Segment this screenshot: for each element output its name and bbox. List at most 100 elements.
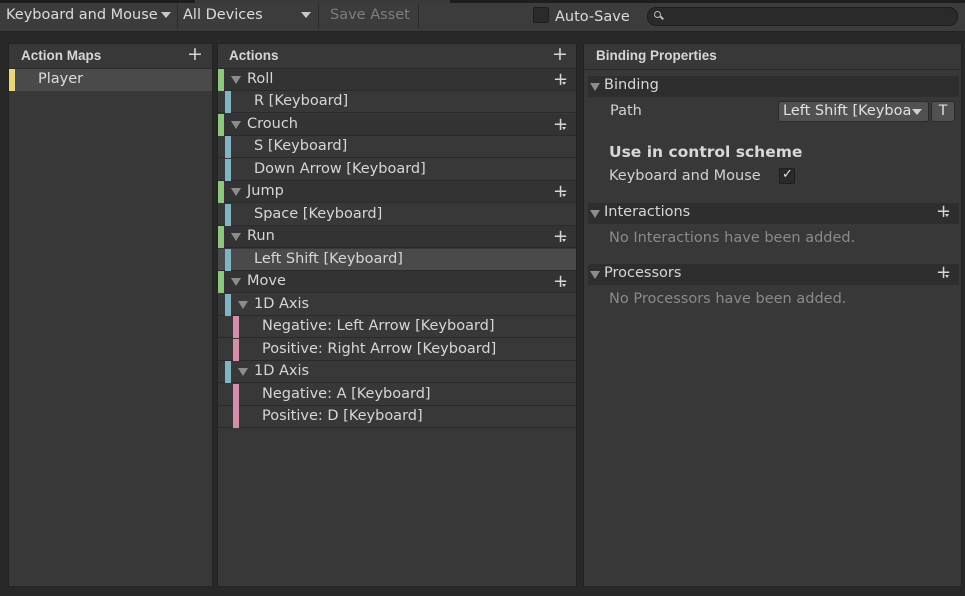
- part-color-stripe: [233, 316, 239, 338]
- triangle-down-icon[interactable]: [231, 233, 241, 241]
- part-label: Negative: Left Arrow [Keyboard]: [262, 318, 495, 334]
- path-value: Left Shift [Keyboa: [783, 103, 912, 119]
- binding-label: Space [Keyboard]: [254, 206, 383, 222]
- binding-color-stripe: [225, 294, 231, 316]
- binding-color-stripe: [225, 159, 231, 181]
- binding-row-selected[interactable]: Left Shift [Keyboard]: [218, 249, 576, 271]
- binding-row[interactable]: S [Keyboard]: [218, 136, 576, 158]
- part-color-stripe: [233, 406, 239, 428]
- processors-section-label: Processors: [604, 265, 682, 281]
- actions-tree: Roll + R [Keyboard] Crouch + S [Keyboard…: [218, 69, 576, 431]
- scheme-name-label: Keyboard and Mouse: [609, 168, 761, 184]
- add-action-map-button[interactable]: +: [187, 45, 203, 64]
- action-map-label: Player: [38, 71, 84, 87]
- use-in-scheme-heading: Use in control scheme: [609, 143, 803, 161]
- part-label: Negative: A [Keyboard]: [262, 386, 431, 402]
- binding-properties-title: Binding Properties: [596, 48, 717, 63]
- chevron-down-icon: [161, 12, 171, 18]
- composite-part-row[interactable]: Positive: Right Arrow [Keyboard]: [218, 339, 576, 361]
- chevron-down-icon: [301, 12, 311, 18]
- add-binding-icon[interactable]: +: [553, 181, 568, 202]
- action-row-jump[interactable]: Jump +: [218, 181, 576, 203]
- binding-color-stripe: [225, 204, 231, 226]
- action-color-stripe: [218, 271, 224, 293]
- checkmark-icon: ✓: [782, 167, 793, 182]
- toolbar-separator: [318, 4, 319, 28]
- triangle-down-icon[interactable]: [231, 188, 241, 196]
- binding-row[interactable]: R [Keyboard]: [218, 91, 576, 113]
- composite-label: 1D Axis: [254, 296, 310, 312]
- action-label: Move: [247, 273, 286, 289]
- add-binding-icon[interactable]: +: [553, 69, 568, 90]
- composite-part-row[interactable]: Negative: Left Arrow [Keyboard]: [218, 316, 576, 338]
- part-label: Positive: D [Keyboard]: [262, 408, 423, 424]
- action-row-run[interactable]: Run +: [218, 226, 576, 248]
- binding-properties-panel: [583, 43, 962, 587]
- triangle-down-icon[interactable]: [231, 121, 241, 129]
- toolbar-separator: [418, 4, 419, 28]
- processors-empty-text: No Processors have been added.: [609, 291, 847, 307]
- action-label: Jump: [247, 183, 284, 199]
- triangle-down-icon[interactable]: [231, 278, 241, 286]
- action-color-stripe: [218, 69, 224, 91]
- triangle-down-icon[interactable]: [238, 301, 248, 309]
- action-row-roll[interactable]: Roll +: [218, 69, 576, 91]
- binding-label: Down Arrow [Keyboard]: [254, 161, 426, 177]
- devices-label: All Devices: [183, 7, 263, 23]
- triangle-down-icon[interactable]: [590, 210, 600, 218]
- composite-row[interactable]: 1D Axis: [218, 294, 576, 316]
- binding-label: S [Keyboard]: [254, 138, 348, 154]
- triangle-down-icon[interactable]: [590, 271, 600, 279]
- composite-label: 1D Axis: [254, 363, 310, 379]
- action-label: Crouch: [247, 116, 298, 132]
- action-map-color-stripe: [9, 69, 15, 91]
- binding-section-header[interactable]: Binding: [588, 76, 959, 97]
- triangle-down-icon[interactable]: [590, 83, 600, 91]
- triangle-down-icon[interactable]: [238, 368, 248, 376]
- binding-label: Left Shift [Keyboard]: [254, 251, 403, 267]
- action-map-item-player[interactable]: Player: [9, 69, 212, 91]
- auto-save-checkbox[interactable]: [533, 7, 549, 23]
- binding-color-stripe: [225, 91, 231, 113]
- action-color-stripe: [218, 181, 224, 203]
- action-maps-panel: [8, 43, 213, 587]
- binding-color-stripe: [225, 249, 231, 271]
- save-asset-button[interactable]: Save Asset: [324, 4, 420, 26]
- devices-dropdown[interactable]: All Devices: [177, 4, 317, 26]
- binding-section-label: Binding: [604, 77, 659, 93]
- add-binding-icon[interactable]: +: [553, 226, 568, 247]
- binding-row[interactable]: Space [Keyboard]: [218, 204, 576, 226]
- binding-label: R [Keyboard]: [254, 93, 349, 109]
- part-color-stripe: [233, 384, 239, 406]
- action-row-move[interactable]: Move +: [218, 271, 576, 293]
- part-color-stripe: [233, 339, 239, 361]
- add-binding-icon[interactable]: +: [553, 114, 568, 135]
- action-label: Run: [247, 228, 275, 244]
- control-scheme-dropdown[interactable]: Keyboard and Mouse: [0, 4, 177, 26]
- action-color-stripe: [218, 114, 224, 136]
- path-dropdown[interactable]: Left Shift [Keyboa: [778, 101, 929, 122]
- action-color-stripe: [218, 226, 224, 248]
- binding-color-stripe: [225, 136, 231, 158]
- scheme-checkbox[interactable]: ✓: [779, 167, 795, 184]
- interactions-section-label: Interactions: [604, 204, 691, 220]
- composite-part-row[interactable]: Positive: D [Keyboard]: [218, 406, 576, 428]
- interactions-empty-text: No Interactions have been added.: [609, 230, 856, 246]
- binding-row[interactable]: Down Arrow [Keyboard]: [218, 159, 576, 181]
- add-interaction-icon[interactable]: +: [936, 201, 951, 222]
- interactions-section-header[interactable]: Interactions +: [588, 201, 959, 224]
- composite-row[interactable]: 1D Axis: [218, 361, 576, 383]
- chevron-down-icon: [912, 109, 922, 115]
- add-action-button[interactable]: +: [552, 45, 568, 64]
- add-processor-icon[interactable]: +: [936, 262, 951, 283]
- binding-color-stripe: [225, 361, 231, 383]
- add-binding-icon[interactable]: +: [553, 271, 568, 292]
- control-scheme-label: Keyboard and Mouse: [6, 7, 158, 23]
- text-mode-button[interactable]: T: [931, 101, 955, 122]
- processors-section-header[interactable]: Processors +: [588, 262, 959, 285]
- composite-part-row[interactable]: Negative: A [Keyboard]: [218, 384, 576, 406]
- search-input[interactable]: [647, 7, 958, 26]
- triangle-down-icon[interactable]: [231, 76, 241, 84]
- auto-save-label: Auto-Save: [555, 9, 630, 25]
- action-row-crouch[interactable]: Crouch +: [218, 114, 576, 136]
